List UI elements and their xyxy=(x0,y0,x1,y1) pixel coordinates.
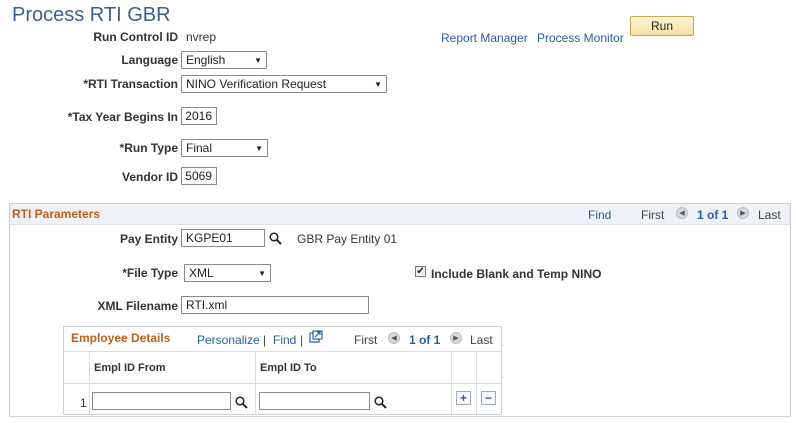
xml-filename-input[interactable]: RTI.xml xyxy=(181,296,369,314)
pay-entity-input[interactable]: KGPE01 xyxy=(181,229,265,247)
circle-left-icon[interactable]: ◀ xyxy=(676,207,688,219)
process-monitor-link[interactable]: Process Monitor xyxy=(537,31,624,45)
minus-icon: − xyxy=(484,391,492,405)
new-window-icon[interactable] xyxy=(309,330,323,346)
run-type-label: *Run Type xyxy=(119,141,178,155)
rti-find-link[interactable]: Find xyxy=(588,208,611,222)
rti-transaction-label: *RTI Transaction xyxy=(83,77,178,91)
include-blank-checkbox[interactable]: ✔ xyxy=(415,266,426,277)
file-type-value: XML xyxy=(189,266,214,280)
magnifier-icon[interactable] xyxy=(269,232,282,248)
grid-divider xyxy=(64,351,501,352)
grid-divider xyxy=(89,352,90,414)
chevron-down-icon: ▼ xyxy=(258,268,266,278)
grid-divider xyxy=(476,352,477,414)
plus-icon: + xyxy=(459,391,467,405)
column-header-empl-id-from[interactable]: Empl ID From xyxy=(94,362,166,374)
rti-first-label: First xyxy=(641,208,665,222)
chevron-down-icon: ▼ xyxy=(255,143,263,153)
grid-divider xyxy=(64,383,501,384)
grid-divider xyxy=(255,352,256,414)
vendor-id-input[interactable]: 5069 xyxy=(181,167,217,185)
circle-left-icon[interactable]: ◀ xyxy=(388,332,400,344)
language-select[interactable]: English ▼ xyxy=(181,51,267,69)
empl-id-from-input[interactable] xyxy=(92,392,231,410)
vendor-id-label: Vendor ID xyxy=(121,170,178,184)
employee-details-title: Employee Details xyxy=(71,331,171,345)
delete-row-button[interactable]: − xyxy=(481,391,496,405)
magnifier-icon[interactable] xyxy=(374,396,387,412)
file-type-label: *File Type xyxy=(122,266,178,280)
xml-filename-label: XML Filename xyxy=(97,299,178,313)
separator: | xyxy=(263,333,267,347)
rti-transaction-value: NINO Verification Request xyxy=(186,77,327,91)
empl-id-to-input[interactable] xyxy=(259,392,370,410)
language-value: English xyxy=(186,53,226,67)
rti-parameters-header xyxy=(10,204,790,225)
circle-right-icon[interactable]: ▶ xyxy=(450,332,462,344)
run-type-value: Final xyxy=(186,141,213,155)
grid-divider xyxy=(451,352,452,414)
tax-year-input[interactable]: 2016 xyxy=(181,107,217,125)
run-control-id-value: nvrep xyxy=(186,30,217,44)
employee-last-label: Last xyxy=(470,333,493,347)
file-type-select[interactable]: XML ▼ xyxy=(184,264,271,282)
employee-counter: 1 of 1 xyxy=(409,333,441,347)
report-manager-link[interactable]: Report Manager xyxy=(441,31,528,45)
column-header-empl-id-to[interactable]: Empl ID To xyxy=(260,362,317,374)
rti-parameters-title: RTI Parameters xyxy=(12,207,101,221)
add-row-button[interactable]: + xyxy=(456,391,471,405)
run-control-id-label: Run Control ID xyxy=(93,30,178,44)
employee-first-label: First xyxy=(354,333,378,347)
personalize-link[interactable]: Personalize xyxy=(197,333,260,347)
pay-entity-description: GBR Pay Entity 01 xyxy=(297,232,398,246)
rti-transaction-select[interactable]: NINO Verification Request ▼ xyxy=(181,75,387,93)
row-number: 1 xyxy=(80,396,87,410)
run-button[interactable]: Run xyxy=(630,16,694,36)
magnifier-icon[interactable] xyxy=(235,396,248,412)
language-label: Language xyxy=(121,53,178,67)
run-type-select[interactable]: Final ▼ xyxy=(181,139,268,157)
circle-right-icon[interactable]: ▶ xyxy=(737,207,749,219)
rti-counter: 1 of 1 xyxy=(697,208,729,222)
tax-year-label: *Tax Year Begins In xyxy=(67,110,178,124)
chevron-down-icon: ▼ xyxy=(254,55,262,65)
employee-find-link[interactable]: Find xyxy=(273,333,296,347)
include-blank-label: Include Blank and Temp NINO xyxy=(431,267,602,281)
separator: | xyxy=(300,333,304,347)
chevron-down-icon: ▼ xyxy=(374,79,382,89)
page-title: Process RTI GBR xyxy=(12,4,171,26)
pay-entity-label: Pay Entity xyxy=(119,232,178,246)
rti-last-label: Last xyxy=(758,208,781,222)
